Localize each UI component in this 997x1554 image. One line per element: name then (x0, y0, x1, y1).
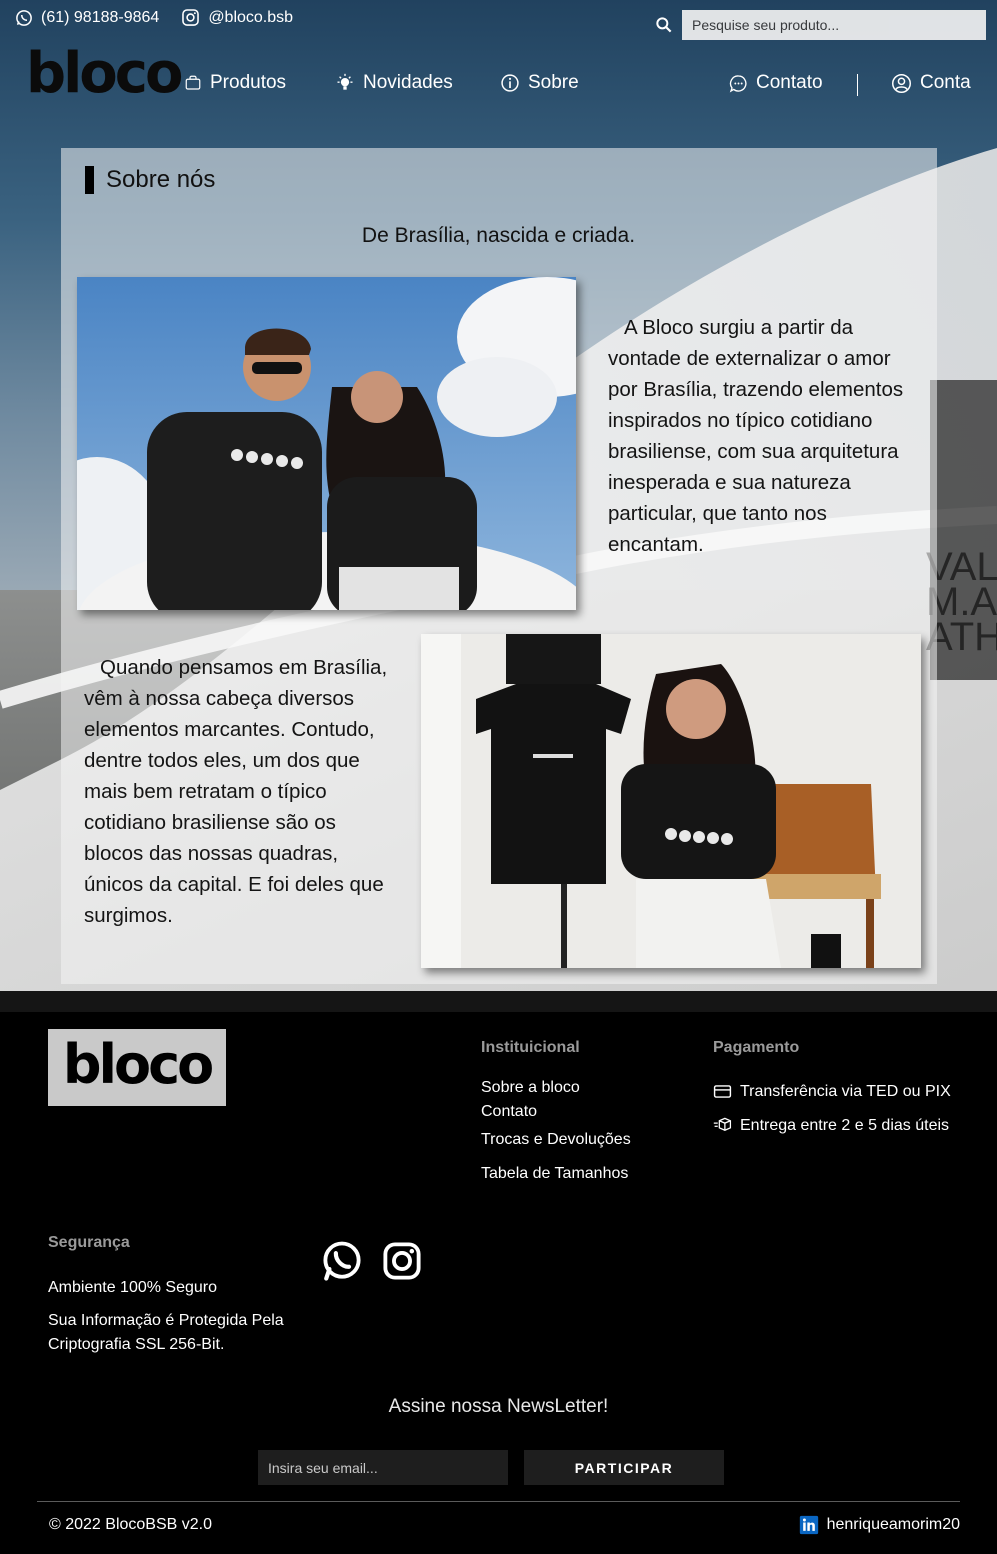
whatsapp-social-icon[interactable] (321, 1240, 363, 1282)
nav-conta-label: Conta (920, 72, 971, 93)
bag-icon (185, 75, 201, 90)
payment-heading: Pagamento (713, 1039, 800, 1056)
search-input[interactable] (682, 10, 986, 40)
linkedin-icon (799, 1515, 818, 1535)
about-paragraph-2: Quando pensamos em Brasília, vêm à nossa… (84, 656, 388, 927)
nav-sobre[interactable]: Sobre (500, 72, 579, 94)
about-paragraph-1: A Bloco surgiu a partir da vontade de ex… (608, 316, 904, 556)
whatsapp-icon (16, 9, 32, 26)
bloco-logo[interactable]: bloco (26, 46, 183, 102)
nav-produtos-label: Produtos (210, 72, 287, 93)
payment-delivery: Entrega entre 2 e 5 dias úteis (713, 1116, 949, 1135)
info-icon (501, 74, 519, 92)
nav-conta[interactable]: Conta (891, 72, 971, 94)
security-line-2: Sua Informação é Protegida Pela Criptogr… (48, 1312, 284, 1353)
lightbulb-icon (337, 73, 353, 90)
section-title: Sobre nós (85, 166, 215, 194)
phone-number: (61) 98188-9864 (41, 8, 160, 26)
chat-icon (729, 74, 747, 92)
nav-sobre-label: Sobre (528, 72, 579, 93)
instagram-link[interactable]: @bloco.bsb (181, 8, 293, 27)
security-line-1: Ambiente 100% Seguro (48, 1279, 217, 1296)
phone-link[interactable]: (61) 98188-9864 (15, 9, 159, 27)
link-tabela-tamanhos[interactable]: Tabela de Tamanhos (481, 1165, 628, 1183)
about-subtitle: De Brasília, nascida e criada. (361, 224, 636, 247)
linkedin-handle: henriqueamorim20 (826, 1516, 960, 1533)
delivery-box-icon (713, 1117, 732, 1131)
security-heading: Segurança (48, 1234, 130, 1251)
copyright-text: © 2022 BlocoBSB v2.0 (49, 1516, 212, 1533)
nav-produtos[interactable]: Produtos (184, 72, 286, 94)
couple-photo (77, 277, 576, 610)
newsletter-email-input[interactable] (258, 1450, 508, 1485)
hero-bottom-strip (0, 991, 997, 1012)
nav-novidades[interactable]: Novidades (335, 72, 453, 94)
card-icon (713, 1085, 732, 1098)
nav-novidades-label: Novidades (363, 72, 453, 93)
institutional-heading: Instituicional (481, 1039, 580, 1056)
search-icon[interactable] (654, 15, 674, 35)
linkedin-link[interactable]: henriqueamorim20 (799, 1515, 960, 1535)
search-bar (654, 10, 986, 40)
payment-delivery-label: Entrega entre 2 e 5 dias úteis (740, 1116, 950, 1134)
about-title: Sobre nós (106, 166, 216, 193)
footer-logo[interactable]: bloco (48, 1029, 226, 1106)
instagram-social-icon[interactable] (381, 1240, 423, 1282)
payment-transfer: Transferência via TED ou PIX (713, 1082, 951, 1101)
instagram-handle: @bloco.bsb (208, 8, 294, 26)
payment-transfer-label: Transferência via TED ou PIX (740, 1082, 951, 1100)
nav-divider (857, 74, 858, 96)
link-trocas-devolucoes[interactable]: Trocas e Devoluções (481, 1131, 631, 1149)
topbar-contacts: (61) 98188-9864 @bloco.bsb (15, 8, 293, 27)
newsletter-submit-button[interactable]: PARTICIPAR (524, 1450, 724, 1485)
newsletter-title: Assine nossa NewsLetter! (388, 1396, 609, 1417)
title-accent-bar (85, 166, 94, 194)
woman-chair-photo (421, 634, 921, 968)
link-contato[interactable]: Contato (481, 1103, 537, 1121)
footer-divider (37, 1501, 960, 1502)
instagram-icon (182, 9, 200, 26)
user-icon (892, 73, 911, 93)
nav-contato[interactable]: Contato (729, 72, 823, 94)
nav-contato-label: Contato (756, 72, 823, 93)
link-sobre-a-bloco[interactable]: Sobre a bloco (481, 1079, 580, 1097)
